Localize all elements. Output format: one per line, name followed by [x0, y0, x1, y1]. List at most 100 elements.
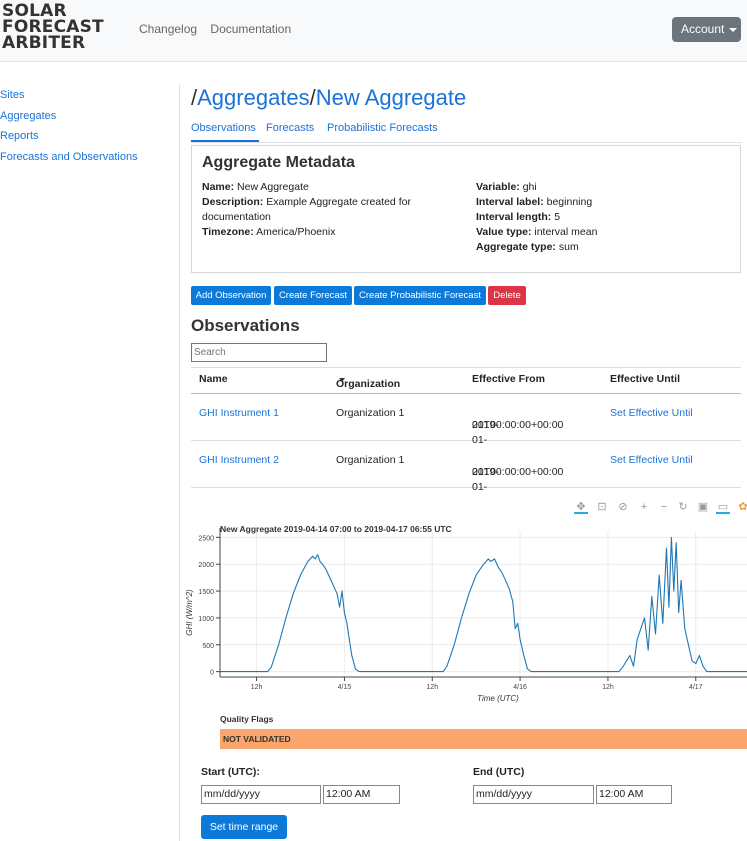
interval-label-label: Interval label:: [476, 196, 544, 208]
tab-probabilistic-forecasts[interactable]: Probabilistic Forecasts: [327, 122, 438, 134]
column-header-organization-label: Organization: [336, 378, 401, 390]
interval-length-label: Interval length:: [476, 211, 552, 223]
metadata-heading: Aggregate Metadata: [202, 154, 355, 171]
tab-forecasts[interactable]: Forecasts: [266, 122, 314, 134]
box-zoom-icon[interactable]: ⊡: [595, 500, 609, 514]
table-row: GHI Instrument 2 Organization 1 2019-01-…: [191, 441, 741, 493]
start-date-input[interactable]: mm/dd/yyyy: [201, 785, 321, 804]
x-tick-label: 12h: [251, 684, 263, 691]
quality-flag-text: NOT VALIDATED: [223, 734, 291, 744]
quality-flag-bar[interactable]: NOT VALIDATED: [220, 729, 747, 749]
observation-name-link[interactable]: GHI Instrument 2: [199, 453, 279, 468]
effective-from-line-2: 01T00:00:00+00:00: [472, 466, 564, 478]
sidebar-item-sites[interactable]: Sites: [0, 88, 178, 109]
aggregate-type-value: sum: [558, 241, 579, 253]
breadcrumb-current[interactable]: New Aggregate: [316, 85, 466, 110]
brand-logo[interactable]: SOLAR FORECAST ARBITER: [2, 3, 104, 53]
y-tick-label: 2000: [198, 562, 214, 569]
sidebar-item-reports[interactable]: Reports: [0, 129, 178, 150]
quality-flags-label: Quality Flags: [220, 714, 274, 724]
y-tick-label: 2500: [198, 535, 214, 542]
tab-bar: Observations Forecasts Probabilistic For…: [191, 121, 742, 143]
search-input[interactable]: [191, 343, 327, 362]
caret-down-icon: [729, 27, 738, 32]
y-tick-label: 1500: [198, 589, 214, 596]
save-icon[interactable]: ▣: [696, 500, 710, 514]
zoom-out-icon[interactable]: −: [657, 500, 671, 514]
interval-label-value: beginning: [546, 196, 593, 208]
column-header-name[interactable]: Name: [199, 373, 228, 385]
table-header: Name Organization Effective From Effecti…: [191, 367, 741, 394]
organization-cell: Organization 1: [336, 454, 405, 466]
start-time-input[interactable]: 12:00 AM: [323, 785, 400, 804]
observations-heading: Observations: [191, 316, 300, 335]
brand-line-3: ARBITER: [2, 33, 86, 53]
x-tick-label: 4/15: [338, 684, 352, 691]
sidebar-item-forecasts-observations[interactable]: Forecasts and Observations: [0, 150, 178, 171]
breadcrumb: /Aggregates/New Aggregate: [191, 84, 466, 112]
account-label: Account: [681, 22, 725, 36]
x-tick-label: 4/16: [513, 684, 527, 691]
create-forecast-button[interactable]: Create Forecast: [274, 286, 352, 305]
zoom-in-icon[interactable]: +: [637, 500, 651, 514]
bokeh-logo-icon[interactable]: ✿: [736, 500, 747, 514]
set-effective-until-link[interactable]: Set Effective Until: [610, 406, 693, 421]
add-observation-button[interactable]: Add Observation: [191, 286, 271, 305]
start-label: Start (UTC):: [201, 766, 260, 778]
sidebar-item-aggregates[interactable]: Aggregates: [0, 109, 178, 130]
interval-length-value: 5: [554, 211, 561, 223]
sort-caret-icon: [339, 378, 345, 382]
reset-icon[interactable]: ↻: [676, 500, 690, 514]
y-tick-label: 1000: [198, 616, 214, 623]
pan-icon[interactable]: ✥: [574, 500, 588, 514]
end-label: End (UTC): [473, 766, 525, 778]
active-tab-indicator: [191, 140, 259, 142]
set-time-range-button[interactable]: Set time range: [201, 815, 287, 839]
changelog-link[interactable]: Changelog: [139, 22, 197, 36]
effective-from-line-2: 01T00:00:00+00:00: [472, 419, 564, 431]
name-value: New Aggregate: [237, 181, 309, 193]
wheel-zoom-icon[interactable]: ⊘: [616, 500, 630, 514]
delete-button[interactable]: Delete: [488, 286, 526, 305]
breadcrumb-aggregates-link[interactable]: Aggregates: [197, 85, 310, 110]
variable-value: ghi: [522, 181, 537, 193]
x-tick-label: 12h: [602, 684, 614, 691]
metadata-left-column: Name: New Aggregate Description: Example…: [202, 180, 432, 240]
observations-table: Name Organization Effective From Effecti…: [191, 367, 741, 493]
timezone-label: Timezone:: [202, 226, 254, 238]
observation-name-link[interactable]: GHI Instrument 1: [199, 406, 279, 421]
column-header-effective-until[interactable]: Effective Until: [610, 373, 680, 385]
create-probabilistic-forecast-button[interactable]: Create Probabilistic Forecast: [354, 286, 486, 305]
ghi-chart[interactable]: 0 500 1000 1500 2000 2500 12h 4/15 12h 4/16 12h 4/1…: [186, 520, 747, 710]
tab-observations[interactable]: Observations: [191, 122, 256, 134]
x-axis-label: Time (UTC): [477, 694, 519, 703]
x-tick-label: 12h: [426, 684, 438, 691]
nav-links: Changelog Documentation: [139, 22, 301, 36]
timezone-value: America/Phoenix: [256, 226, 336, 238]
hover-icon[interactable]: ▭: [716, 500, 730, 514]
sidebar-divider: [179, 84, 180, 841]
value-type-label: Value type:: [476, 226, 532, 238]
description-label: Description:: [202, 196, 264, 208]
account-dropdown-button[interactable]: Account: [672, 17, 741, 42]
y-axis-label: GHI (W/m^2): [186, 589, 194, 636]
y-tick-label: 0: [210, 670, 214, 677]
organization-cell: Organization 1: [336, 407, 405, 419]
value-type-value: interval mean: [534, 226, 598, 238]
name-label: Name:: [202, 181, 235, 193]
y-tick-label: 500: [202, 643, 214, 650]
metadata-right-column: Variable: ghi Interval label: beginning …: [476, 180, 726, 255]
set-effective-until-link[interactable]: Set Effective Until: [610, 453, 693, 468]
table-row: GHI Instrument 1 Organization 1 2019-01-…: [191, 394, 741, 446]
variable-label: Variable:: [476, 181, 520, 193]
end-time-input[interactable]: 12:00 AM: [596, 785, 672, 804]
end-date-input[interactable]: mm/dd/yyyy: [473, 785, 594, 804]
top-navbar: SOLAR FORECAST ARBITER Changelog Documen…: [0, 0, 747, 62]
aggregate-type-label: Aggregate type:: [476, 241, 556, 253]
sidebar: Sites Aggregates Reports Forecasts and O…: [0, 88, 178, 170]
x-tick-label: 4/17: [689, 684, 703, 691]
documentation-link[interactable]: Documentation: [210, 22, 291, 36]
column-header-effective-from[interactable]: Effective From: [472, 373, 545, 385]
series-line: [220, 536, 747, 673]
aggregate-metadata-card: Aggregate Metadata Name: New Aggregate D…: [191, 145, 741, 273]
